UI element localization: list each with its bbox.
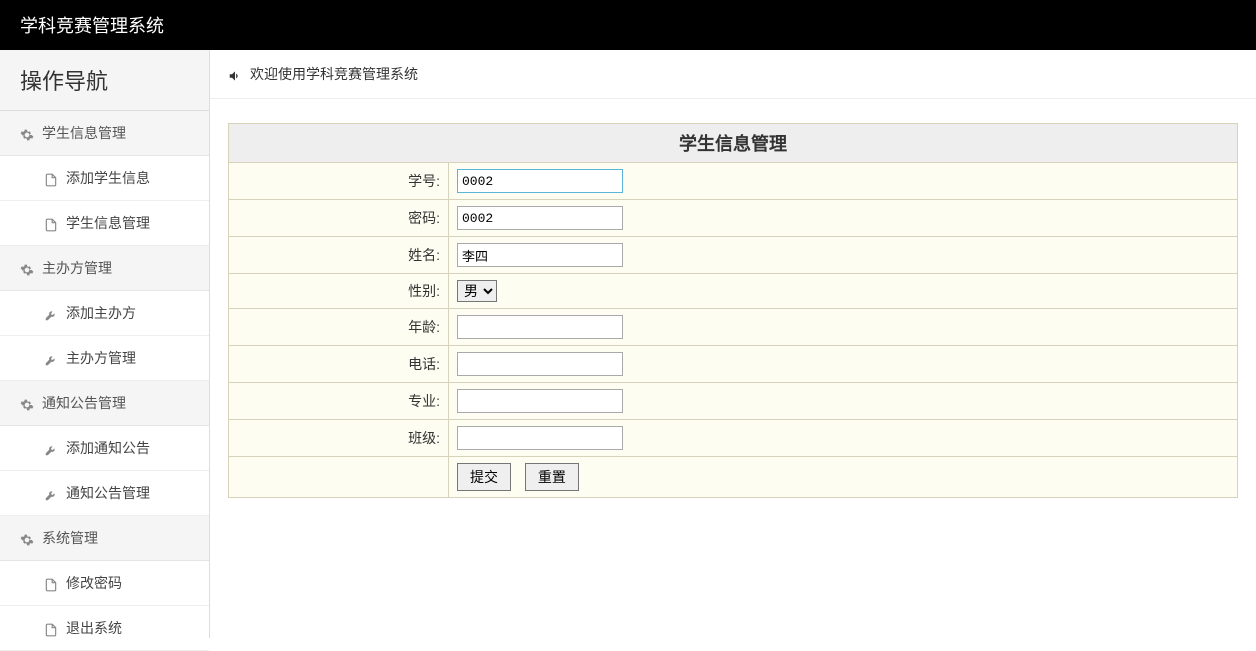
app-header: 学科竞赛管理系统 bbox=[0, 0, 1256, 50]
nav-item-label: 主办方管理 bbox=[66, 348, 136, 368]
app-title: 学科竞赛管理系统 bbox=[20, 16, 164, 36]
nav-group-label: 系统管理 bbox=[42, 528, 98, 548]
reset-button[interactable]: 重置 bbox=[525, 463, 579, 491]
nav-item-add-organizer[interactable]: 添加主办方 bbox=[0, 291, 209, 336]
label-major: 专业: bbox=[229, 383, 449, 420]
nav-group-student-info[interactable]: 学生信息管理 bbox=[0, 111, 209, 156]
welcome-bar: 欢迎使用学科竞赛管理系统 bbox=[210, 50, 1256, 99]
nav-group-notice[interactable]: 通知公告管理 bbox=[0, 381, 209, 426]
nav-item-label: 修改密码 bbox=[66, 573, 122, 593]
input-phone[interactable] bbox=[457, 352, 623, 376]
gear-icon bbox=[20, 261, 34, 275]
student-form-table: 学生信息管理 学号: 密码: 姓名: 性别: bbox=[228, 123, 1238, 498]
input-password[interactable] bbox=[457, 206, 623, 230]
nav-item-student-manage[interactable]: 学生信息管理 bbox=[0, 201, 209, 246]
nav-group-label: 学生信息管理 bbox=[42, 123, 126, 143]
sidebar: 操作导航 学生信息管理 添加学生信息 学生信息管理 主办方管理 bbox=[0, 50, 210, 638]
label-phone: 电话: bbox=[229, 346, 449, 383]
nav-item-logout[interactable]: 退出系统 bbox=[0, 606, 209, 651]
input-major[interactable] bbox=[457, 389, 623, 413]
nav-item-change-password[interactable]: 修改密码 bbox=[0, 561, 209, 606]
label-name: 姓名: bbox=[229, 237, 449, 274]
nav-group-label: 主办方管理 bbox=[42, 258, 112, 278]
wrench-icon bbox=[44, 306, 58, 320]
select-gender[interactable]: 男 女 bbox=[457, 280, 497, 302]
file-icon bbox=[44, 576, 58, 590]
nav-group-system[interactable]: 系统管理 bbox=[0, 516, 209, 561]
wrench-icon bbox=[44, 441, 58, 455]
nav-item-label: 学生信息管理 bbox=[66, 213, 150, 233]
input-class[interactable] bbox=[457, 426, 623, 450]
speaker-icon bbox=[228, 67, 242, 81]
wrench-icon bbox=[44, 351, 58, 365]
gear-icon bbox=[20, 396, 34, 410]
content: 学生信息管理 学号: 密码: 姓名: 性别: bbox=[210, 99, 1256, 522]
input-student-id[interactable] bbox=[457, 169, 623, 193]
gear-icon bbox=[20, 126, 34, 140]
main-area: 欢迎使用学科竞赛管理系统 学生信息管理 学号: 密码: 姓名: bbox=[210, 50, 1256, 638]
nav-item-notice-manage[interactable]: 通知公告管理 bbox=[0, 471, 209, 516]
file-icon bbox=[44, 171, 58, 185]
nav-item-label: 添加学生信息 bbox=[66, 168, 150, 188]
nav-group-label: 通知公告管理 bbox=[42, 393, 126, 413]
label-age: 年龄: bbox=[229, 309, 449, 346]
label-gender: 性别: bbox=[229, 274, 449, 309]
nav-item-label: 退出系统 bbox=[66, 618, 122, 638]
wrench-icon bbox=[44, 486, 58, 500]
nav-item-organizer-manage[interactable]: 主办方管理 bbox=[0, 336, 209, 381]
file-icon bbox=[44, 621, 58, 635]
label-class: 班级: bbox=[229, 420, 449, 457]
label-password: 密码: bbox=[229, 200, 449, 237]
welcome-text: 欢迎使用学科竞赛管理系统 bbox=[250, 64, 418, 84]
input-age[interactable] bbox=[457, 315, 623, 339]
sidebar-title: 操作导航 bbox=[0, 50, 209, 111]
nav-item-label: 通知公告管理 bbox=[66, 483, 150, 503]
form-title: 学生信息管理 bbox=[229, 124, 1238, 163]
submit-button[interactable]: 提交 bbox=[457, 463, 511, 491]
input-name[interactable] bbox=[457, 243, 623, 267]
label-student-id: 学号: bbox=[229, 163, 449, 200]
nav-item-label: 添加通知公告 bbox=[66, 438, 150, 458]
file-icon bbox=[44, 216, 58, 230]
nav-item-add-notice[interactable]: 添加通知公告 bbox=[0, 426, 209, 471]
gear-icon bbox=[20, 531, 34, 545]
nav-group-organizer[interactable]: 主办方管理 bbox=[0, 246, 209, 291]
nav-item-label: 添加主办方 bbox=[66, 303, 136, 323]
nav-item-add-student[interactable]: 添加学生信息 bbox=[0, 156, 209, 201]
